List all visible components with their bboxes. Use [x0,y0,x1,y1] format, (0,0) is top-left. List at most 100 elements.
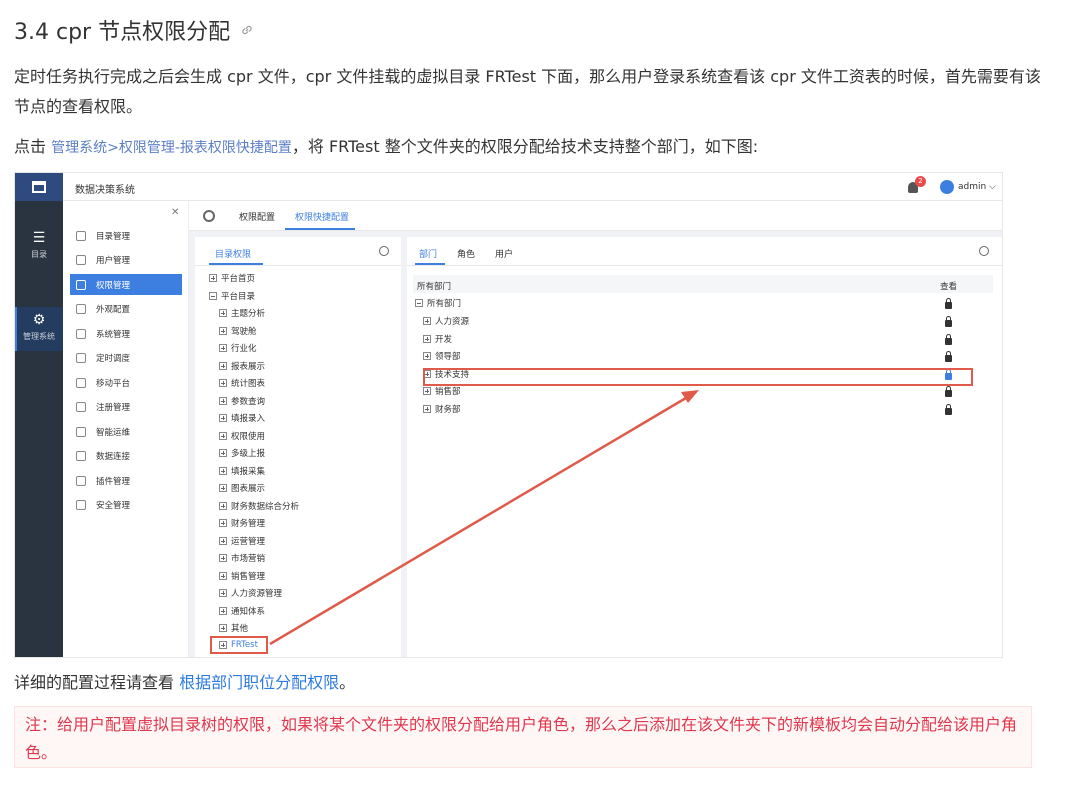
expand-icon[interactable] [219,466,227,475]
expand-icon[interactable] [423,404,431,413]
nav-item-admin[interactable]: ⚙ 管理系统 [15,307,63,351]
expand-icon[interactable] [219,414,227,422]
menu-label: 安全管理 [96,500,131,511]
tree-item[interactable]: 市场营销 [219,552,265,564]
lock-icon[interactable] [945,403,952,415]
reference-paragraph: 详细的配置过程请查看 根据部门职位分配权限。 [14,668,1054,698]
expand-icon[interactable] [219,379,227,387]
menu-item[interactable]: 移动平台 [70,372,182,393]
tab-quick-config[interactable]: 权限快捷配置 [295,210,349,223]
menu-item[interactable]: 智能运维 [70,421,182,442]
expand-icon[interactable] [219,361,227,370]
expand-icon[interactable] [423,352,431,360]
tree-item[interactable]: 参数查询 [219,395,265,407]
tree-item[interactable]: 填报采集 [219,465,265,477]
logo-icon [32,181,46,193]
menu-item[interactable]: 外观配置 [70,298,182,319]
collapse-icon[interactable] [209,291,217,300]
tree-item[interactable]: 通知体系 [219,605,265,617]
tree-item[interactable]: 平台目录 [209,290,255,302]
tree-item[interactable]: 报表展示 [219,360,265,372]
tree-item[interactable]: 驾驶舱 [219,325,257,337]
reference-link[interactable]: 根据部门职位分配权限 [179,673,339,692]
tab-user[interactable]: 用户 [495,247,513,260]
lock-icon[interactable] [945,316,952,327]
settings-icon[interactable] [203,210,215,222]
tree-item[interactable]: 运营管理 [219,535,265,547]
search-icon[interactable] [979,246,989,256]
tree-item-label: 权限使用 [231,431,266,442]
menu-label: 目录管理 [96,231,131,242]
search-icon[interactable] [379,246,389,256]
tree-item[interactable]: 行业化 [219,342,257,354]
tree-item[interactable]: 平台首页 [209,272,255,284]
expand-icon[interactable] [219,589,227,597]
department-row[interactable]: 领导部 [423,350,461,362]
avatar[interactable] [940,180,954,194]
department-row[interactable]: 销售部 [423,385,461,397]
expand-icon[interactable] [219,344,227,352]
expand-icon[interactable] [423,317,431,325]
pin-icon[interactable]: ✕ [171,207,179,218]
collapse-icon[interactable] [415,299,423,307]
tree-item[interactable]: 图表展示 [219,482,265,494]
tree-item-label: 图表展示 [231,484,266,494]
department-row[interactable]: 开发 [423,333,452,345]
menu-item[interactable]: 安全管理 [70,494,182,515]
tree-item[interactable]: 权限使用 [219,430,265,442]
reference-prefix: 详细的配置过程请查看 [14,673,180,692]
lock-icon[interactable] [945,298,952,309]
anchor-link-icon[interactable] [240,23,254,37]
tab-permission-config[interactable]: 权限配置 [239,210,275,223]
tree-item[interactable]: 主题分析 [219,307,265,319]
expand-icon[interactable] [219,571,227,580]
expand-icon[interactable] [219,606,227,615]
department-row[interactable]: 财务部 [423,403,461,415]
lock-icon[interactable] [945,386,952,397]
tab-catalog-permission[interactable]: 目录权限 [215,247,251,260]
expand-icon[interactable] [423,387,431,395]
menu-item-active[interactable]: 权限管理 [70,274,182,295]
expand-icon[interactable] [219,326,227,335]
lock-icon[interactable] [945,333,952,345]
expand-icon[interactable] [219,309,227,317]
expand-icon[interactable] [423,334,431,343]
menu-icon [76,450,86,461]
expand-icon[interactable] [219,449,227,457]
tree-item[interactable]: 财务数据综合分析 [219,500,299,512]
expand-icon[interactable] [219,501,227,510]
top-tabs: 权限配置 权限快捷配置 [189,201,1002,231]
tree-item[interactable]: 人力资源管理 [219,587,282,599]
menu-item[interactable]: 数据连接 [70,445,182,466]
expand-icon[interactable] [219,396,227,405]
expand-icon[interactable] [219,554,227,562]
expand-icon[interactable] [209,274,217,282]
menu-path-link[interactable]: 管理系统>权限管理-报表权限快捷配置 [51,140,292,156]
menu-icon [76,499,86,510]
tree-item[interactable]: 销售管理 [219,570,265,582]
expand-icon[interactable] [219,431,227,440]
expand-icon[interactable] [219,536,227,545]
tree-item[interactable]: 统计图表 [219,377,265,389]
menu-item[interactable]: 插件管理 [70,470,182,491]
tree-item-label: 参数查询 [231,396,266,407]
tree-item[interactable]: 其他 [219,622,248,634]
menu-item[interactable]: 用户管理 [70,249,182,270]
menu-item[interactable]: 定时调度 [70,347,182,368]
tab-role[interactable]: 角色 [457,247,475,260]
user-menu[interactable]: admin ⌵ [958,182,996,192]
department-row[interactable]: 所有部门 [415,297,461,309]
expand-icon[interactable] [219,519,227,527]
department-row[interactable]: 人力资源 [423,315,469,327]
tree-item[interactable]: 财务管理 [219,517,265,529]
menu-item[interactable]: 系统管理 [70,323,182,344]
menu-item[interactable]: 目录管理 [70,225,182,246]
nav-item-catalog[interactable]: ☰ 目录 [15,231,63,271]
tree-item[interactable]: 填报录入 [219,412,265,424]
menu-item[interactable]: 注册管理 [70,396,182,417]
expand-icon[interactable] [219,484,227,492]
tree-item[interactable]: 多级上报 [219,447,265,459]
expand-icon[interactable] [219,624,227,632]
tab-department[interactable]: 部门 [419,247,437,260]
lock-icon[interactable] [945,351,952,362]
